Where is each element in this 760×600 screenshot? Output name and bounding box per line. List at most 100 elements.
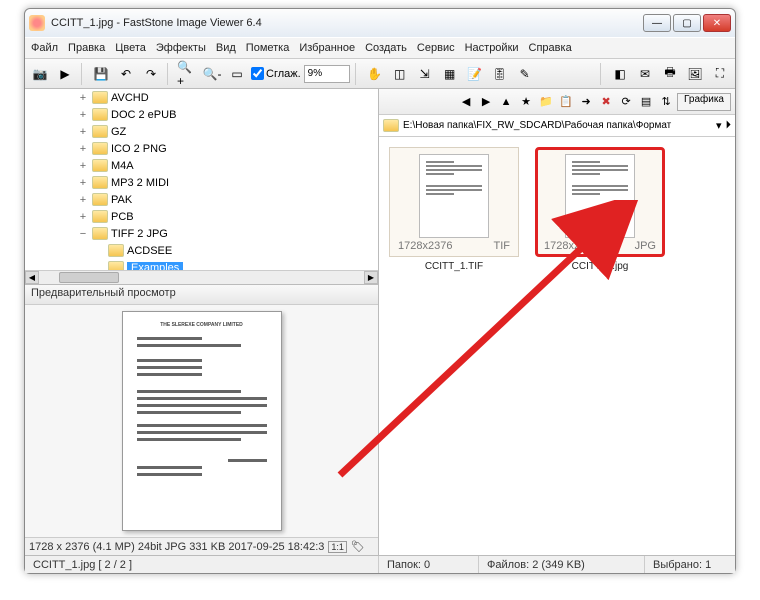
tree-item[interactable]: +GZ <box>29 123 374 140</box>
graphics-button[interactable]: Графика <box>677 93 731 111</box>
scroll-thumb[interactable] <box>59 272 119 283</box>
folder-icon <box>92 108 108 121</box>
close-button[interactable]: ✕ <box>703 14 731 32</box>
tree-item[interactable]: +PAK <box>29 191 374 208</box>
sort-icon[interactable]: ⇅ <box>657 93 675 111</box>
acquire-icon[interactable]: 📷 <box>29 63 51 85</box>
folder-icon <box>92 91 108 104</box>
right-panel: ◀ ▶ ▲ ★ 📁 📋 ➜ ✖ ⟳ ▤ ⇅ Графика ▾ ⏵ 1728x2… <box>379 89 735 555</box>
crop-icon[interactable]: ◫ <box>389 63 411 85</box>
draw-icon[interactable]: ✎ <box>514 63 536 85</box>
main-toolbar: 📷 ▶ 💾 ↶ ↷ 🔍+ 🔍- ▭ Сглаж. ✋ ◫ ⇲ ▦ 📝 🎚 ✎ ◧… <box>25 59 735 89</box>
tree-label: PCB <box>111 211 134 223</box>
slideshow-icon[interactable]: ▶ <box>54 63 76 85</box>
folder-tree[interactable]: +AVCHD+DOC 2 ePUB+GZ+ICO 2 PNG+M4A+MP3 2… <box>25 89 378 285</box>
thumb-ext: JPG <box>635 240 656 252</box>
tree-item[interactable]: +AVCHD <box>29 89 374 106</box>
zoom-out-icon[interactable]: 🔍- <box>201 63 223 85</box>
status-file: CCITT_1.jpg [ 2 / 2 ] <box>25 556 379 573</box>
scroll-left-icon[interactable]: ◀ <box>25 271 39 284</box>
tree-label: GZ <box>111 126 126 138</box>
status-files: Файлов: 2 (349 KB) <box>479 556 645 573</box>
view-icon[interactable]: ▤ <box>637 93 655 111</box>
thumb-dims: 1728x2376 <box>544 240 598 252</box>
nav-fwd-icon[interactable]: ▶ <box>477 93 495 111</box>
text-icon[interactable]: 📝 <box>464 63 486 85</box>
nav-up-icon[interactable]: ▲ <box>497 93 515 111</box>
hand-icon[interactable]: ✋ <box>364 63 386 85</box>
titlebar[interactable]: CCITT_1.jpg - FastStone Image Viewer 6.4… <box>25 9 735 37</box>
minimize-button[interactable]: — <box>643 14 671 32</box>
tree-label: TIFF 2 JPG <box>111 228 168 240</box>
canvas-icon[interactable]: ▦ <box>439 63 461 85</box>
tree-h-scrollbar[interactable]: ◀ ▶ <box>25 270 378 284</box>
browser-toolbar: ◀ ▶ ▲ ★ 📁 📋 ➜ ✖ ⟳ ▤ ⇅ Графика <box>379 89 735 115</box>
tree-item[interactable]: ACDSEE <box>29 242 374 259</box>
move-icon[interactable]: ➜ <box>577 93 595 111</box>
path-bar: ▾ ⏵ <box>379 115 735 137</box>
path-go-icon[interactable]: ⏵ <box>726 119 732 132</box>
tree-item[interactable]: +DOC 2 ePUB <box>29 106 374 123</box>
menu-help[interactable]: Справка <box>529 42 572 54</box>
menu-favorites[interactable]: Избранное <box>299 42 355 54</box>
preview-header: Предварительный просмотр <box>25 285 378 305</box>
folder-icon <box>92 227 108 240</box>
tree-item[interactable]: +M4A <box>29 157 374 174</box>
delete-icon[interactable]: ✖ <box>597 93 615 111</box>
menu-colors[interactable]: Цвета <box>115 42 146 54</box>
tree-label: ACDSEE <box>127 245 172 257</box>
nav-back-icon[interactable]: ◀ <box>457 93 475 111</box>
thumb-ext: TIF <box>494 240 511 252</box>
menu-tag[interactable]: Пометка <box>246 42 290 54</box>
redo-icon[interactable]: ↷ <box>140 63 162 85</box>
screen-icon[interactable]: ⛶ <box>709 63 731 85</box>
folder-icon <box>108 244 124 257</box>
menu-settings[interactable]: Настройки <box>465 42 519 54</box>
window-title: CCITT_1.jpg - FastStone Image Viewer 6.4 <box>51 17 643 29</box>
tag-icon[interactable]: 🏷 <box>351 540 365 553</box>
menu-tools[interactable]: Сервис <box>417 42 455 54</box>
zoom-select[interactable] <box>304 65 350 83</box>
preview-pane[interactable]: THE SLEREXE COMPANY LIMITED <box>25 305 378 537</box>
adjust-icon[interactable]: 🎚 <box>489 63 511 85</box>
ratio-badge[interactable]: 1:1 <box>328 541 347 553</box>
preview-info-bar: 1728 x 2376 (4.1 MP) 24bit JPG 331 KB 20… <box>25 537 378 555</box>
thumbnail[interactable]: 1728x2376TIFCCITT_1.TIF <box>389 147 519 272</box>
fav-icon[interactable]: ★ <box>517 93 535 111</box>
copy-icon[interactable]: 📋 <box>557 93 575 111</box>
thumbnail[interactable]: 1728x2376 JPG CCITT_1.jpg <box>535 147 665 272</box>
menu-create[interactable]: Создать <box>365 42 407 54</box>
folder-icon <box>92 142 108 155</box>
undo-icon[interactable]: ↶ <box>115 63 137 85</box>
tree-label: M4A <box>111 160 134 172</box>
email-icon[interactable]: ✉ <box>634 63 656 85</box>
thumbnail-pane[interactable]: 1728x2376TIFCCITT_1.TIF1728x2376JPGCCITT… <box>379 137 735 555</box>
thumb-name: CCITT_1.jpg <box>535 261 665 272</box>
path-input[interactable] <box>403 120 712 131</box>
tree-label: MP3 2 MIDI <box>111 177 169 189</box>
folder-icon[interactable]: 📁 <box>537 93 555 111</box>
scroll-right-icon[interactable]: ▶ <box>364 271 378 284</box>
menu-file[interactable]: Файл <box>31 42 58 54</box>
tree-item[interactable]: +ICO 2 PNG <box>29 140 374 157</box>
maximize-button[interactable]: ▢ <box>673 14 701 32</box>
wallpaper-icon[interactable]: 🖼 <box>684 63 706 85</box>
compare-icon[interactable]: ◧ <box>609 63 631 85</box>
resize-icon[interactable]: ⇲ <box>414 63 436 85</box>
menu-effects[interactable]: Эффекты <box>156 42 206 54</box>
save-icon[interactable]: 💾 <box>90 63 112 85</box>
smoothing-checkbox[interactable]: Сглаж. <box>251 67 301 80</box>
folder-icon <box>92 159 108 172</box>
menu-edit[interactable]: Правка <box>68 42 105 54</box>
zoom-in-icon[interactable]: 🔍+ <box>176 63 198 85</box>
fit-icon[interactable]: ▭ <box>226 63 248 85</box>
refresh-icon[interactable]: ⟳ <box>617 93 635 111</box>
tree-label: DOC 2 ePUB <box>111 109 176 121</box>
menu-view[interactable]: Вид <box>216 42 236 54</box>
path-dropdown-icon[interactable]: ▾ <box>716 119 722 132</box>
tree-item[interactable]: +MP3 2 MIDI <box>29 174 374 191</box>
tree-item[interactable]: −TIFF 2 JPG <box>29 225 374 242</box>
tree-item[interactable]: +PCB <box>29 208 374 225</box>
thumb-dims: 1728x2376 <box>398 240 452 252</box>
print-icon[interactable]: 🖶 <box>659 63 681 85</box>
